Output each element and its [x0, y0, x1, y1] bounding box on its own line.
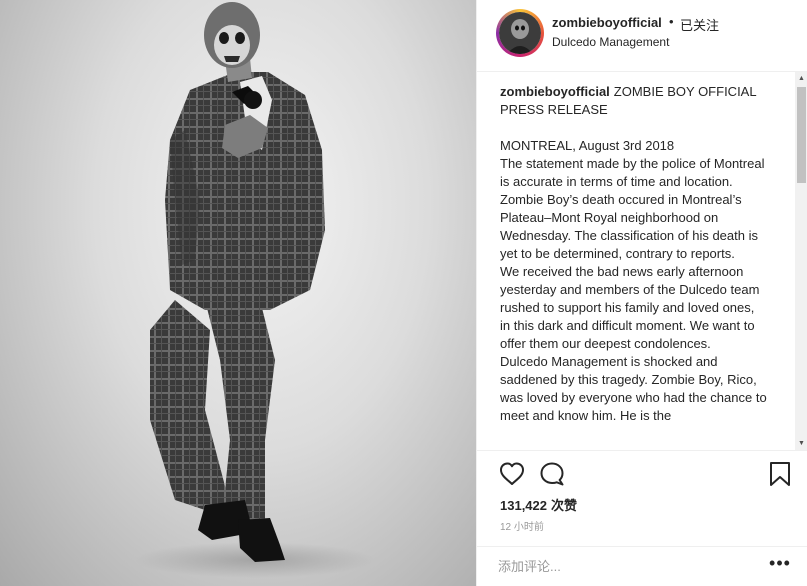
- instagram-post: zombieboyofficial • 已关注 Dulcedo Manageme…: [0, 0, 807, 586]
- avatar[interactable]: [499, 12, 541, 54]
- caption-body: MONTREAL, August 3rd 2018 The statement …: [500, 138, 767, 423]
- comment-bubble-icon[interactable]: [538, 460, 566, 488]
- header-separator: •: [669, 14, 674, 29]
- post-timestamp[interactable]: 12 小时前: [500, 518, 544, 533]
- scroll-up-arrow-icon[interactable]: ▲: [795, 72, 807, 85]
- location-link[interactable]: Dulcedo Management: [552, 35, 669, 49]
- caption-title: zombieboyofficial ZOMBIE BOY OFFICIAL PRE…: [500, 83, 768, 119]
- scroll-thumb[interactable]: [797, 87, 806, 183]
- heart-outline-icon[interactable]: [498, 460, 526, 488]
- more-options-icon[interactable]: •••: [767, 554, 793, 576]
- scroll-down-arrow-icon[interactable]: ▼: [795, 437, 807, 450]
- post-sidebar: zombieboyofficial • 已关注 Dulcedo Manageme…: [476, 0, 807, 586]
- story-ring[interactable]: [496, 9, 544, 57]
- post-header: zombieboyofficial • 已关注 Dulcedo Manageme…: [477, 0, 807, 72]
- avatar-image: [499, 12, 541, 54]
- post-photo[interactable]: [0, 0, 476, 586]
- header-username-link[interactable]: zombieboyofficial: [552, 15, 662, 30]
- comment-input[interactable]: [498, 553, 738, 579]
- post-photo-image: [135, 2, 375, 578]
- caption-area[interactable]: zombieboyofficial ZOMBIE BOY OFFICIAL PRE…: [477, 72, 807, 450]
- likes-number: 131,422: [500, 498, 547, 513]
- caption: zombieboyofficial ZOMBIE BOY OFFICIAL PRE…: [500, 83, 768, 425]
- bookmark-icon[interactable]: [766, 460, 794, 488]
- caption-scrollbar[interactable]: ▲ ▼: [795, 72, 807, 450]
- caption-author-link[interactable]: zombieboyofficial: [500, 84, 610, 99]
- comment-box: •••: [477, 546, 807, 586]
- following-status-button[interactable]: 已关注: [680, 15, 719, 34]
- likes-count[interactable]: 131,422 次赞: [500, 495, 577, 514]
- post-actions: 131,422 次赞 12 小时前: [477, 450, 807, 546]
- likes-unit: 次赞: [551, 498, 578, 513]
